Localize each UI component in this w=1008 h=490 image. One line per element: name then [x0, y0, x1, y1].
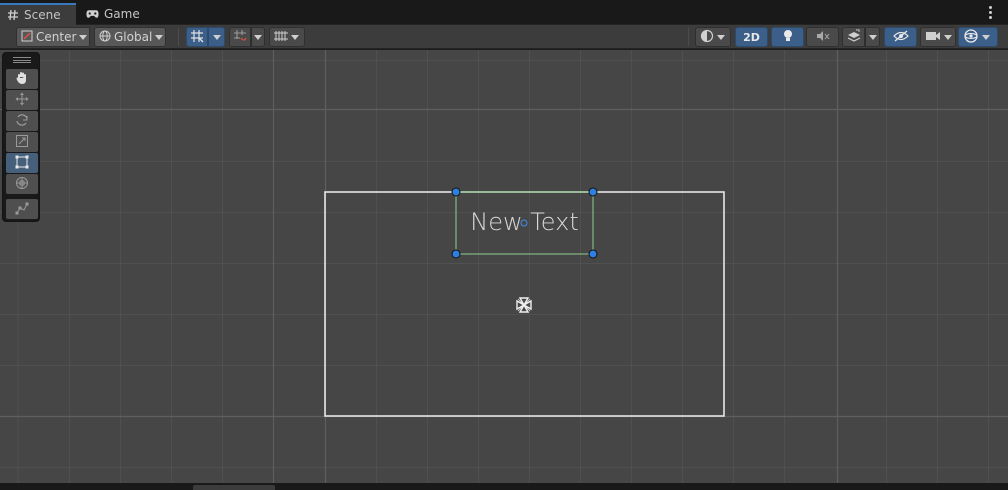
move-arrows-icon — [15, 92, 29, 109]
new-text-object[interactable]: New Text — [456, 208, 593, 236]
tab-game-label: Game — [104, 7, 140, 21]
chevron-down-icon — [254, 34, 262, 40]
scene-fx-dropdown[interactable] — [865, 27, 880, 47]
pivot-mode-label: Center — [36, 30, 77, 44]
chevron-down-icon — [155, 34, 164, 40]
hash-grid-icon — [6, 9, 19, 21]
toolbar-separator — [178, 28, 179, 46]
scene-lighting-toggle[interactable] — [771, 27, 804, 47]
tab-scene-label: Scene — [24, 8, 61, 22]
grid-snap-icon — [190, 29, 204, 46]
chevron-down-icon — [944, 34, 952, 40]
custom-tool-icon — [15, 201, 29, 218]
increment-snap-toggle[interactable] — [229, 27, 251, 47]
scene-visibility-toggle[interactable] — [884, 27, 917, 47]
chevron-down-icon — [717, 34, 725, 40]
rotate-icon — [15, 113, 29, 130]
toolbar-separator — [688, 28, 689, 46]
transform-tool-button[interactable] — [6, 174, 38, 194]
pivot-center-icon — [21, 30, 33, 45]
scale-tool-button[interactable] — [6, 132, 38, 152]
globe-icon — [99, 30, 111, 45]
chevron-down-icon — [79, 34, 88, 40]
chevron-down-icon — [212, 34, 221, 40]
resize-handle-top-left[interactable] — [451, 187, 461, 197]
effects-layers-icon — [847, 29, 861, 46]
resize-handle-bottom-left[interactable] — [451, 249, 461, 259]
rect-tool-button[interactable] — [6, 153, 38, 173]
scene-audio-toggle[interactable] — [806, 27, 839, 47]
scene-grid — [0, 50, 1008, 483]
grid-snap-toggle[interactable] — [186, 27, 208, 47]
gizmos-dropdown[interactable] — [958, 27, 998, 47]
scale-icon — [15, 134, 29, 151]
pivot-rotation-label: Global — [114, 30, 153, 44]
move-tool-button[interactable] — [6, 90, 38, 110]
scene-viewport[interactable]: New Text — [0, 50, 1008, 483]
grid-visibility-dropdown[interactable] — [269, 27, 305, 47]
eye-hidden-icon — [892, 30, 909, 45]
tab-game[interactable]: Game — [80, 3, 146, 25]
tab-bar: Scene Game — [0, 0, 1008, 25]
tab-scene[interactable]: Scene — [0, 3, 76, 25]
gizmos-sphere-icon — [963, 28, 979, 47]
shading-sphere-icon — [700, 29, 714, 46]
hand-tool-button[interactable] — [6, 69, 38, 89]
scene-camera-dropdown[interactable] — [920, 27, 956, 47]
pivot-rotation-dropdown[interactable]: Global — [94, 27, 166, 47]
toggle-2d-button[interactable]: 2D — [735, 27, 768, 47]
gamepad-icon — [86, 8, 99, 20]
custom-editor-tool-button[interactable] — [6, 199, 38, 219]
transform-all-icon — [15, 176, 29, 193]
tool-palette — [2, 52, 40, 222]
chevron-down-icon — [868, 34, 877, 40]
pivot-mode-dropdown[interactable]: Center — [16, 27, 90, 47]
chevron-down-icon — [982, 34, 990, 40]
scene-toolbar: Center Global 2D — [0, 25, 1008, 49]
camera-icon — [925, 30, 941, 45]
light-bulb-icon — [782, 29, 794, 46]
resize-handle-top-right[interactable] — [588, 187, 598, 197]
chevron-down-icon — [291, 34, 299, 40]
hand-icon — [15, 71, 29, 88]
shading-mode-dropdown[interactable] — [695, 27, 731, 47]
increment-snap-icon — [233, 29, 247, 46]
audio-muted-icon — [816, 30, 830, 45]
rect-transform-icon — [15, 155, 29, 172]
grid-lines-icon — [274, 30, 288, 45]
increment-snap-dropdown[interactable] — [251, 27, 265, 47]
rotate-tool-button[interactable] — [6, 111, 38, 131]
bottom-panel-strip — [0, 483, 1008, 490]
resize-handle-bottom-right[interactable] — [588, 249, 598, 259]
more-options-icon[interactable] — [988, 6, 992, 19]
scene-view-window: Scene Game Center Global 2D New Text — [0, 0, 1008, 490]
anchor-icon[interactable] — [516, 297, 532, 313]
palette-drag-handle[interactable] — [13, 57, 31, 63]
scene-fx-toggle[interactable] — [842, 27, 865, 47]
grid-snap-dropdown[interactable] — [208, 27, 225, 47]
bottom-panel-tab[interactable] — [193, 485, 275, 490]
